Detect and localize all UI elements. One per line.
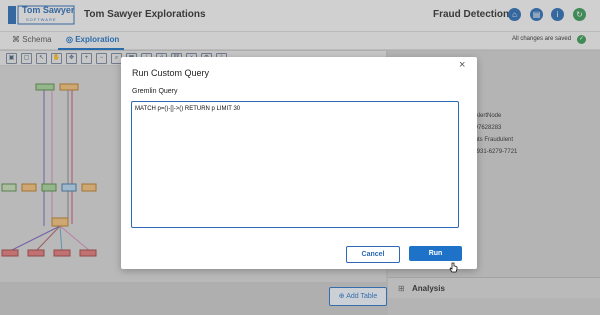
close-icon[interactable]: × <box>459 59 465 71</box>
hand-cursor-icon <box>449 262 458 273</box>
dialog-title: Run Custom Query <box>132 68 210 78</box>
run-query-dialog: Run Custom Query × Gremlin Query MATCH p… <box>121 57 477 273</box>
query-textarea[interactable]: MATCH p=()-[]->() RETURN p LIMIT 30 <box>131 101 459 228</box>
query-label: Gremlin Query <box>132 88 178 95</box>
run-button[interactable]: Run <box>409 246 462 261</box>
cancel-button[interactable]: Cancel <box>346 246 400 263</box>
